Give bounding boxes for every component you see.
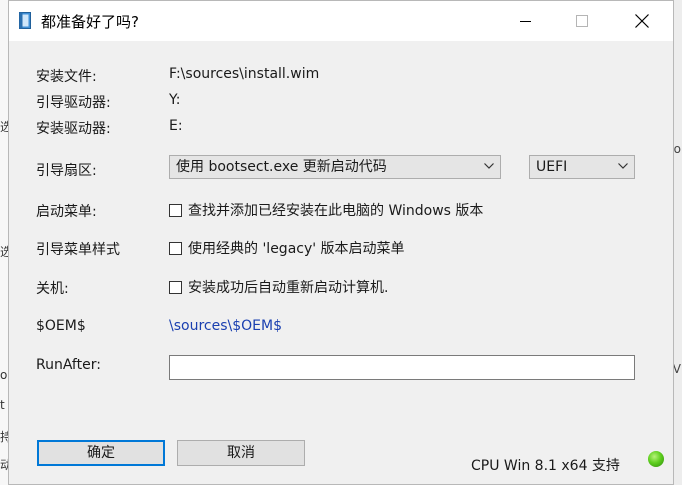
minimize-icon <box>520 21 531 22</box>
close-icon <box>635 14 649 28</box>
boot-menu-style-checkbox-label[interactable]: 使用经典的 'legacy' 版本启动菜单 <box>188 238 405 258</box>
boot-sector-label: 引导扇区: <box>36 163 97 179</box>
boot-sector-select[interactable]: 使用 bootsect.exe 更新启动代码 <box>169 155 501 179</box>
boot-drive-label: 引导驱动器: <box>36 95 111 111</box>
boot-menu-checkbox[interactable] <box>169 203 182 217</box>
cancel-button[interactable]: 取消 <box>177 440 305 466</box>
status-indicator-icon <box>648 451 664 467</box>
boot-menu-style-checkbox-row[interactable]: 使用经典的 'legacy' 版本启动菜单 <box>169 238 405 258</box>
document-icon <box>19 12 31 29</box>
window-title: 都准备好了吗? <box>41 13 139 31</box>
background-glyph: V <box>672 362 681 376</box>
boot-drive-value: Y: <box>169 92 181 108</box>
shutdown-checkbox-label[interactable]: 安装成功后自动重新启动计算机. <box>188 277 388 297</box>
background-glyph: o <box>0 368 8 382</box>
minimize-button[interactable] <box>499 1 553 41</box>
chevron-down-icon <box>618 163 628 169</box>
install-file-label: 安装文件: <box>36 69 97 85</box>
firmware-select[interactable]: UEFI <box>529 155 635 179</box>
ok-button[interactable]: 确定 <box>37 440 165 466</box>
setup-dialog: 都准备好了吗? 安装文件: F:\sources\install.wim 引导驱… <box>8 0 674 485</box>
shutdown-label: 关机: <box>36 281 69 297</box>
shutdown-checkbox-row[interactable]: 安装成功后自动重新启动计算机. <box>169 277 388 297</box>
maximize-button[interactable] <box>555 1 609 41</box>
boot-menu-label: 启动菜单: <box>36 204 97 220</box>
boot-sector-selected: 使用 bootsect.exe 更新启动代码 <box>176 159 387 175</box>
boot-menu-style-label: 引导菜单样式 <box>36 242 120 258</box>
runafter-label: RunAfter: <box>36 357 101 373</box>
maximize-icon <box>576 15 588 27</box>
runafter-input[interactable] <box>169 355 635 380</box>
oem-path-link[interactable]: \sources\$OEM$ <box>169 318 282 334</box>
install-drive-value: E: <box>169 118 183 134</box>
shutdown-checkbox[interactable] <box>169 280 182 294</box>
install-drive-label: 安装驱动器: <box>36 121 111 137</box>
firmware-selected: UEFI <box>536 159 568 175</box>
background-glyph: o <box>673 142 681 156</box>
title-bar[interactable]: 都准备好了吗? <box>9 1 673 41</box>
boot-menu-checkbox-row[interactable]: 查找并添加已经安装在此电脑的 Windows 版本 <box>169 200 483 220</box>
boot-menu-style-checkbox[interactable] <box>169 241 182 255</box>
background-glyph: t <box>0 398 5 412</box>
install-file-value: F:\sources\install.wim <box>169 66 320 82</box>
close-button[interactable] <box>615 1 669 41</box>
boot-menu-checkbox-label[interactable]: 查找并添加已经安装在此电脑的 Windows 版本 <box>188 200 483 220</box>
cpu-support-status: CPU Win 8.1 x64 支持 <box>471 458 620 474</box>
oem-label: $OEM$ <box>36 318 86 334</box>
chevron-down-icon <box>484 163 494 169</box>
